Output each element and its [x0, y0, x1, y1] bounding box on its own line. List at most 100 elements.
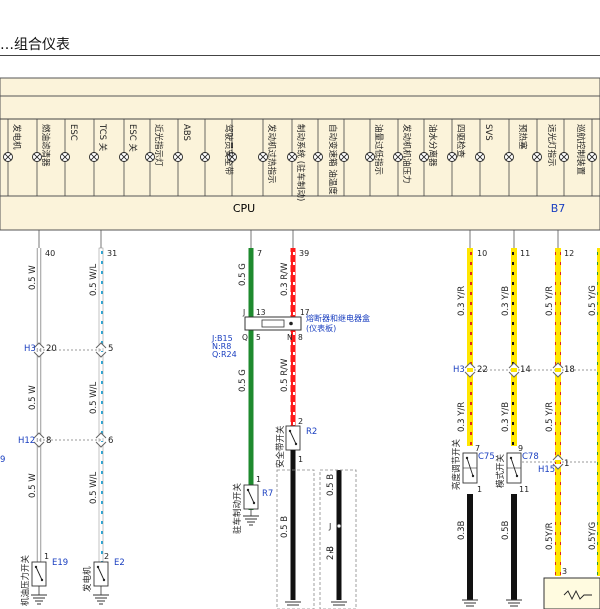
svg-text:发电机: 发电机: [82, 566, 93, 592]
wire-11: 11 0.3 Y/B 0.3 Y/B 14: [501, 248, 531, 446]
svg-text:ESC 关: ESC 关: [127, 124, 138, 152]
svg-text:(仪表板): (仪表板): [306, 323, 336, 333]
svg-text:0.3 R/W: 0.3 R/W: [280, 262, 290, 296]
svg-text:0.5 W: 0.5 W: [28, 473, 38, 498]
svg-text:TCS 关: TCS 关: [97, 123, 108, 152]
svg-text:0.5 G: 0.5 G: [238, 369, 248, 392]
svg-text:远光灯指示: 远光灯指示: [546, 124, 557, 167]
switch-c78: 9 C78 11 模式开关: [495, 444, 539, 494]
svg-text:亮度调节开关: 亮度调节开关: [451, 438, 462, 490]
svg-text:H3: H3: [453, 365, 465, 375]
svg-text:14: 14: [520, 365, 531, 375]
svg-text:0.3B: 0.3B: [457, 520, 467, 540]
partial-component: 3: [543, 567, 600, 609]
svg-text:13: 13: [256, 308, 266, 317]
svg-text:0.3 Y/R: 0.3 Y/R: [457, 286, 467, 316]
svg-text:J: J: [242, 308, 245, 317]
svg-text:0.5 W/L: 0.5 W/L: [89, 264, 99, 296]
svg-text:2: 2: [104, 552, 109, 561]
svg-text:发电机: 发电机: [11, 124, 22, 150]
svg-text:制动系统 (驻车制动): 制动系统 (驻车制动): [295, 124, 306, 201]
switch-c75: 7 C75 1 亮度调节开关: [451, 438, 495, 494]
svg-text:0.5 B: 0.5 B: [326, 474, 336, 496]
svg-text:0.5 Y/R: 0.5 Y/R: [545, 402, 555, 432]
svg-text:H12: H12: [18, 436, 35, 446]
svg-text:11: 11: [519, 485, 529, 494]
svg-text:2: 2: [329, 546, 334, 555]
svg-text:3: 3: [562, 567, 567, 576]
svg-text:E19: E19: [52, 558, 68, 568]
svg-text:Q: Q: [242, 333, 248, 342]
svg-text:油量过低指示: 油量过低指示: [373, 124, 384, 175]
wire-31: 31 0.5 W/L 0.5 W/L 0.5 W/L: [89, 247, 117, 581]
svg-text:C78: C78: [522, 452, 539, 462]
svg-text:四驱检查: 四驱检查: [455, 124, 466, 159]
svg-text:发动机机油压力: 发动机机油压力: [401, 124, 412, 184]
svg-text:5: 5: [256, 333, 261, 342]
svg-text:0.5 G: 0.5 G: [238, 263, 248, 286]
svg-text:12: 12: [564, 249, 574, 258]
svg-text:0.5 R/W: 0.5 R/W: [280, 358, 290, 392]
svg-text:22: 22: [477, 365, 488, 375]
wire-12: 12 0.5 Y/R 0.5 Y/R 0.5Y/R 18 H15 1: [538, 248, 575, 576]
svg-text:2: 2: [298, 417, 303, 426]
svg-text:驻车制动开关: 驻车制动开关: [232, 482, 243, 534]
svg-text:熔断器和继电器盒: 熔断器和继电器盒: [306, 313, 370, 323]
connector-label: B7: [551, 202, 566, 215]
wiring-diagram: CPU B7 发电机 燃油滤清器 ESC TCS 关 ESC 关 近光指示灯 A…: [0, 77, 600, 609]
svg-text:自动变速箱 油温度: 自动变速箱 油温度: [327, 124, 338, 195]
svg-text:ESC: ESC: [68, 124, 78, 141]
svg-text:0.3 Y/B: 0.3 Y/B: [501, 402, 511, 432]
svg-text:模式开关: 模式开关: [495, 453, 506, 488]
svg-text:39: 39: [299, 249, 309, 258]
svg-text:机油压力开关: 机油压力开关: [20, 554, 31, 606]
ground-wires: 0.5 B 0.5 B 2 B 0.3B 0.5B: [280, 450, 517, 600]
ground-connector-box: J 2: [276, 469, 357, 609]
svg-text:18: 18: [564, 365, 575, 375]
svg-text:0.5 Y/G: 0.5 Y/G: [588, 285, 598, 316]
svg-text:C75: C75: [478, 452, 495, 462]
svg-text:10: 10: [477, 249, 487, 258]
switch-r2: 2 R2 安全带开关 1: [275, 417, 317, 468]
svg-text:近光指示灯: 近光指示灯: [153, 124, 164, 167]
svg-text:R7: R7: [262, 489, 273, 499]
svg-text:J: J: [328, 522, 331, 531]
svg-text:0.3 Y/B: 0.3 Y/B: [501, 286, 511, 316]
svg-text:0.5 W: 0.5 W: [28, 385, 38, 410]
svg-text:8: 8: [46, 436, 51, 446]
svg-text:SVS: SVS: [483, 124, 493, 141]
svg-text:驾驶员安全带: 驾驶员安全带: [223, 124, 234, 176]
svg-text:0.5 W: 0.5 W: [28, 265, 38, 290]
svg-text:Q:R24: Q:R24: [212, 350, 237, 359]
switch-e2: 2 E2 发电机: [82, 552, 125, 605]
svg-text:31: 31: [107, 249, 117, 258]
svg-text:0.5 W/L: 0.5 W/L: [89, 382, 99, 414]
svg-text:燃油滤清器: 燃油滤清器: [40, 124, 51, 167]
svg-text:0.5B: 0.5B: [501, 520, 511, 540]
svg-text:1: 1: [256, 475, 261, 484]
wire-40: 40 0.5 W 0.5 W 0.5 W: [28, 248, 55, 578]
svg-text:40: 40: [45, 249, 55, 258]
svg-text:1: 1: [564, 459, 569, 469]
svg-text:1: 1: [477, 485, 482, 494]
svg-text:H15: H15: [538, 465, 555, 475]
svg-text:H3: H3: [24, 344, 36, 354]
svg-text:0.3 Y/R: 0.3 Y/R: [457, 402, 467, 432]
svg-text:安全带开关: 安全带开关: [275, 425, 286, 468]
ground-symbols: [285, 599, 522, 607]
svg-text:预热塞: 预热塞: [517, 124, 528, 150]
svg-text:7: 7: [257, 249, 262, 258]
svg-text:巡航控制装置: 巡航控制装置: [575, 124, 586, 176]
svg-text:6: 6: [108, 436, 113, 446]
svg-text:油水分离器: 油水分离器: [427, 124, 438, 167]
wire-10: 10 0.3 Y/R 0.3 Y/R H3 22: [453, 248, 488, 446]
svg-text:11: 11: [520, 249, 530, 258]
svg-text:20: 20: [46, 344, 57, 354]
svg-text:1: 1: [44, 552, 49, 561]
svg-text:发动机过热指示: 发动机过热指示: [266, 124, 277, 184]
svg-text:E2: E2: [114, 558, 125, 568]
svg-text:8: 8: [298, 333, 303, 342]
svg-text:R2: R2: [306, 427, 317, 437]
svg-text:0.5 B: 0.5 B: [280, 516, 290, 538]
wire-7: 7 0.5 G 0.5 G: [238, 248, 262, 510]
